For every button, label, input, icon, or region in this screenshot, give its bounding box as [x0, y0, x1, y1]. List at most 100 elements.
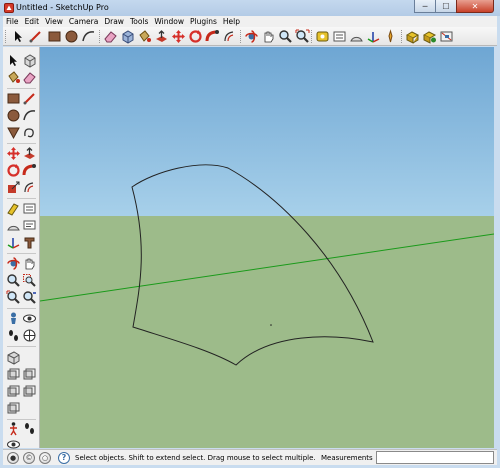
select-icon[interactable] — [11, 29, 26, 44]
get-models-icon[interactable] — [405, 29, 420, 44]
follow-me-icon[interactable] — [205, 29, 220, 44]
eraser-icon[interactable] — [103, 29, 118, 44]
measurements-label: Measurements — [321, 454, 373, 462]
menu-bar: File Edit View Camera Draw Tools Window … — [3, 16, 497, 27]
share-model-icon[interactable] — [422, 29, 437, 44]
palette-separator — [7, 143, 36, 144]
orbit-icon[interactable] — [244, 29, 259, 44]
arc-icon[interactable] — [22, 108, 37, 123]
protractor-icon[interactable] — [349, 29, 364, 44]
curved-surface-outline[interactable] — [131, 164, 374, 366]
position-camera-icon[interactable] — [6, 311, 21, 326]
freehand-icon[interactable] — [22, 125, 37, 140]
previous-view-icon[interactable] — [22, 290, 37, 305]
palette-separator — [7, 308, 36, 309]
window-right-border — [494, 47, 500, 448]
maximize-button[interactable]: ☐ — [435, 0, 457, 13]
walk-figure-icon[interactable] — [6, 421, 21, 436]
palette-separator — [7, 346, 36, 347]
back-view-icon[interactable] — [22, 384, 37, 399]
menu-plugins[interactable]: Plugins — [187, 16, 220, 27]
offset-icon[interactable] — [22, 180, 37, 195]
tape-measure-icon[interactable] — [315, 29, 330, 44]
move-icon[interactable] — [171, 29, 186, 44]
toolbar-grip[interactable] — [401, 30, 404, 43]
large-tool-set-palette — [3, 47, 40, 449]
rectangle-icon[interactable] — [47, 29, 62, 44]
left-view-icon[interactable] — [6, 401, 21, 416]
add-location-icon[interactable] — [383, 29, 398, 44]
geo-location-icon[interactable]: ● — [7, 452, 19, 464]
iso-view-icon[interactable] — [6, 350, 21, 365]
axes-icon[interactable] — [6, 235, 21, 250]
extension-warehouse-icon[interactable] — [439, 29, 454, 44]
user-icon[interactable]: ○ — [39, 452, 51, 464]
model-canvas[interactable] — [40, 47, 494, 448]
arc-icon[interactable] — [81, 29, 96, 44]
dimension-icon[interactable] — [332, 29, 347, 44]
menu-window[interactable]: Window — [151, 16, 187, 27]
protractor-icon[interactable] — [6, 218, 21, 233]
dimension-icon[interactable] — [22, 201, 37, 216]
circle-icon[interactable] — [64, 29, 79, 44]
push-pull-icon[interactable] — [154, 29, 169, 44]
3d-text-icon[interactable] — [22, 235, 37, 250]
line-icon[interactable] — [28, 29, 43, 44]
credits-icon[interactable]: © — [23, 452, 35, 464]
make-component-icon[interactable] — [120, 29, 135, 44]
minimize-button[interactable]: ─ — [414, 0, 436, 13]
push-pull-icon[interactable] — [22, 146, 37, 161]
circle-icon[interactable] — [6, 108, 21, 123]
paint-bucket-icon[interactable] — [6, 70, 21, 85]
close-button[interactable]: ✕ — [456, 0, 494, 13]
toolbar-grip[interactable] — [240, 30, 243, 43]
menu-draw[interactable]: Draw — [101, 16, 127, 27]
polygon-icon[interactable] — [6, 125, 21, 140]
toolbar-grip[interactable] — [99, 30, 102, 43]
toolbar-grip[interactable] — [5, 30, 8, 43]
rectangle-icon[interactable] — [6, 91, 21, 106]
zoom-extents-icon[interactable] — [295, 29, 310, 44]
orbit-icon[interactable] — [6, 256, 21, 271]
footprint-icon[interactable] — [22, 421, 37, 436]
menu-view[interactable]: View — [42, 16, 66, 27]
text-icon[interactable] — [22, 218, 37, 233]
front-view-icon[interactable] — [22, 367, 37, 382]
line-icon[interactable] — [22, 91, 37, 106]
select-icon[interactable] — [6, 53, 21, 68]
rotate-icon[interactable] — [6, 163, 21, 178]
menu-file[interactable]: File — [3, 16, 22, 27]
pan-icon[interactable] — [261, 29, 276, 44]
zoom-extents-icon[interactable] — [6, 290, 21, 305]
help-icon[interactable]: ? — [58, 452, 70, 464]
rotate-icon[interactable] — [188, 29, 203, 44]
paint-bucket-icon[interactable] — [137, 29, 152, 44]
pan-icon[interactable] — [22, 256, 37, 271]
modeling-viewport[interactable] — [40, 47, 494, 448]
axes-icon[interactable] — [366, 29, 381, 44]
menu-edit[interactable]: Edit — [22, 16, 43, 27]
menu-tools[interactable]: Tools — [127, 16, 151, 27]
move-icon[interactable] — [6, 146, 21, 161]
eraser-icon[interactable] — [22, 70, 37, 85]
palette-separator — [7, 419, 36, 420]
top-view-icon[interactable] — [6, 367, 21, 382]
scale-icon[interactable] — [6, 180, 21, 195]
look-around-icon[interactable] — [22, 311, 37, 326]
right-view-icon[interactable] — [6, 384, 21, 399]
measurements-input[interactable] — [376, 451, 494, 464]
menu-help[interactable]: Help — [220, 16, 243, 27]
section-plane-icon[interactable] — [22, 328, 37, 343]
zoom-icon[interactable] — [6, 273, 21, 288]
sketchup-app-icon — [4, 3, 14, 13]
zoom-icon[interactable] — [278, 29, 293, 44]
tape-measure-icon[interactable] — [6, 201, 21, 216]
follow-me-icon[interactable] — [22, 163, 37, 178]
offset-icon[interactable] — [222, 29, 237, 44]
make-component-icon[interactable] — [22, 53, 37, 68]
main-toolbar — [3, 27, 497, 46]
toolbar-grip[interactable] — [311, 30, 314, 43]
menu-camera[interactable]: Camera — [66, 16, 101, 27]
zoom-window-icon[interactable] — [22, 273, 37, 288]
walk-icon[interactable] — [6, 328, 21, 343]
